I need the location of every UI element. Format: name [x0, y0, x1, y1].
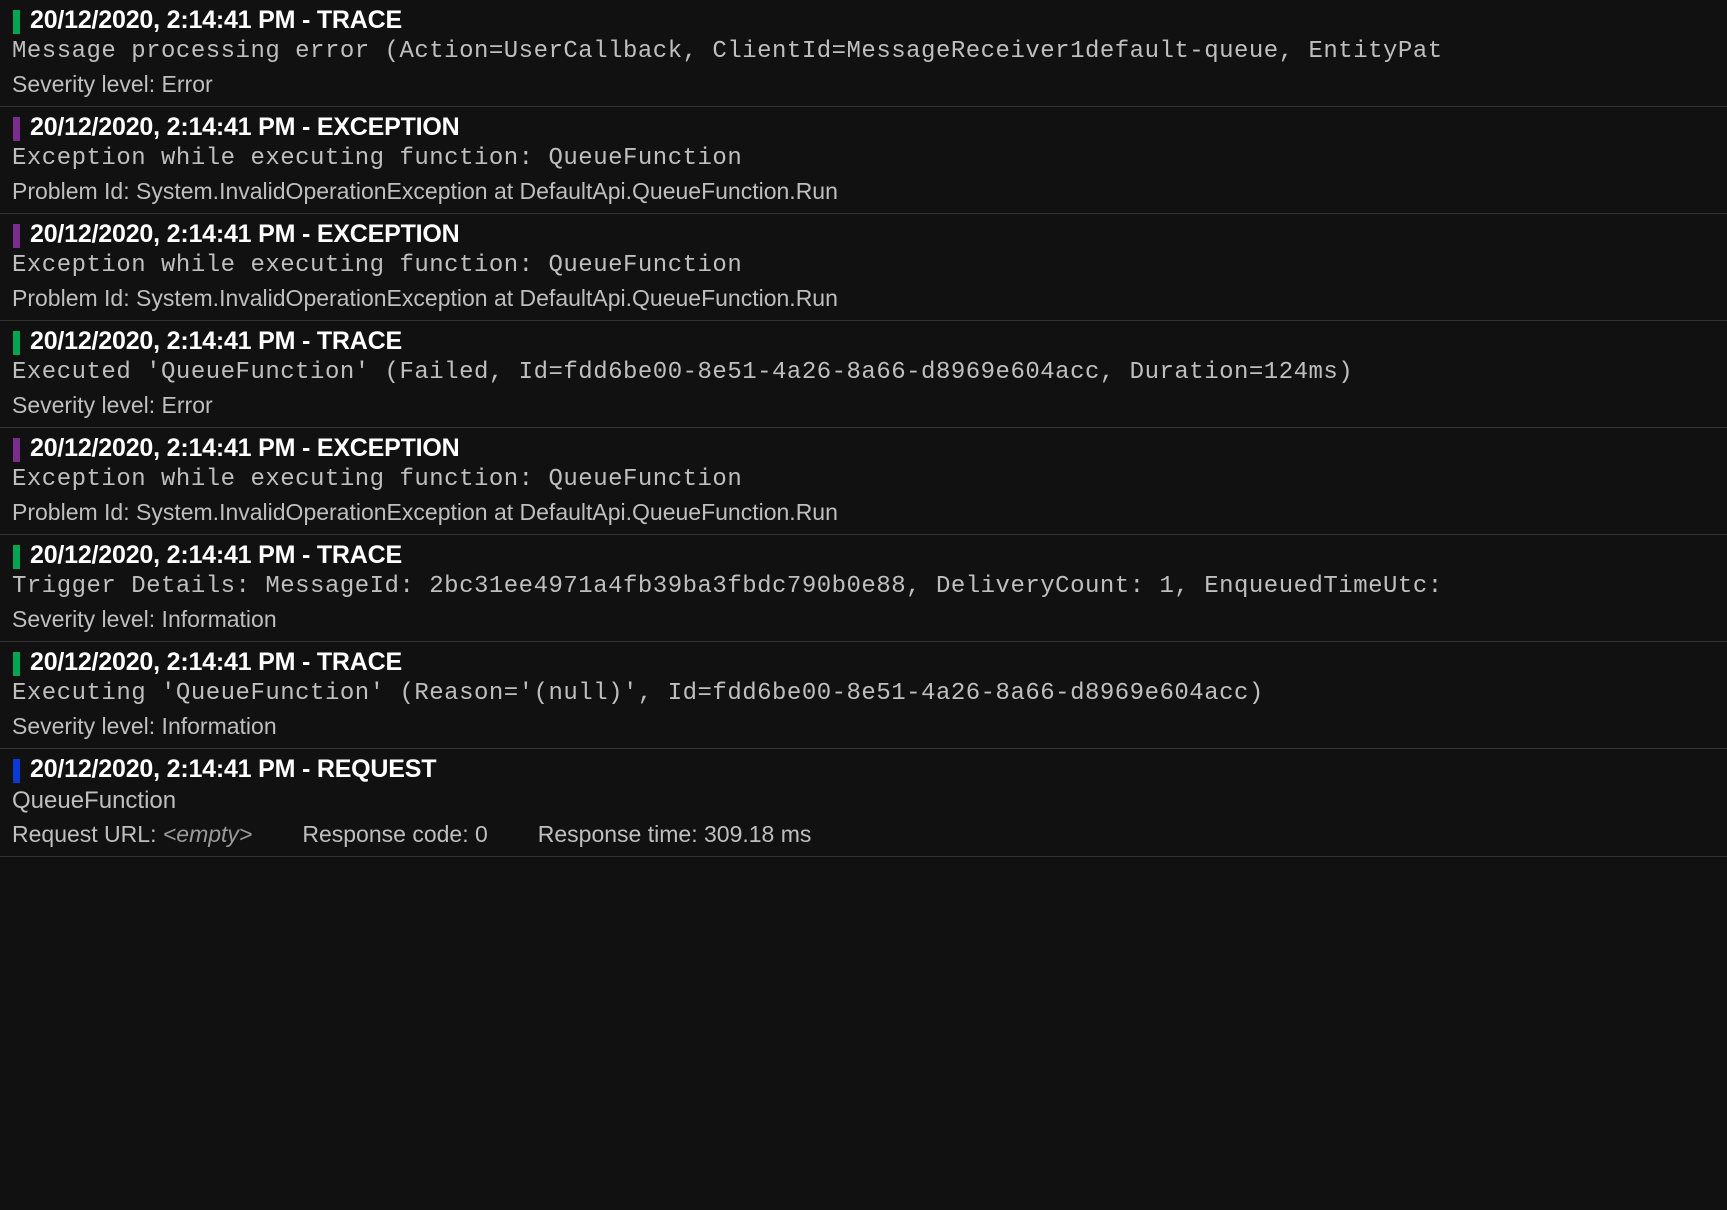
log-meta: Severity level: Error: [0, 71, 1727, 98]
log-operation-name: QueueFunction: [0, 787, 1727, 815]
log-meta: Severity level: Information: [0, 606, 1727, 633]
log-entry[interactable]: 20/12/2020, 2:14:41 PM - TRACE Trigger De…: [0, 535, 1727, 642]
log-list: 20/12/2020, 2:14:41 PM - TRACE Message pr…: [0, 0, 1727, 857]
log-meta: Severity level: Information: [0, 713, 1727, 740]
log-message: Exception while executing function: Queu…: [0, 466, 1727, 493]
log-header: 20/12/2020, 2:14:41 PM - TRACE: [0, 648, 1727, 677]
log-header: 20/12/2020, 2:14:41 PM - TRACE: [0, 541, 1727, 570]
severity-color-bar: [13, 652, 20, 676]
severity-color-bar: [13, 438, 20, 462]
log-meta: Severity level: Error: [0, 392, 1727, 419]
log-message: Executing 'QueueFunction' (Reason='(null…: [0, 680, 1727, 707]
response-time-value: 309.18 ms: [704, 821, 811, 847]
log-meta: Problem Id: System.InvalidOperationExcep…: [0, 178, 1727, 205]
log-entry[interactable]: 20/12/2020, 2:14:41 PM - REQUEST QueueFun…: [0, 749, 1727, 857]
log-entry[interactable]: 20/12/2020, 2:14:41 PM - TRACE Executed '…: [0, 321, 1727, 428]
severity-color-bar: [13, 117, 20, 141]
log-entry[interactable]: 20/12/2020, 2:14:41 PM - EXCEPTION Except…: [0, 107, 1727, 214]
severity-color-bar: [13, 224, 20, 248]
log-entry[interactable]: 20/12/2020, 2:14:41 PM - EXCEPTION Except…: [0, 214, 1727, 321]
log-message: Exception while executing function: Queu…: [0, 145, 1727, 172]
log-message: Trigger Details: MessageId: 2bc31ee4971a…: [0, 573, 1727, 600]
log-header: 20/12/2020, 2:14:41 PM - EXCEPTION: [0, 434, 1727, 463]
response-code-value: 0: [475, 821, 488, 847]
log-header: 20/12/2020, 2:14:41 PM - EXCEPTION: [0, 113, 1727, 142]
log-header: 20/12/2020, 2:14:41 PM - TRACE: [0, 327, 1727, 356]
severity-color-bar: [13, 759, 20, 783]
log-header: 20/12/2020, 2:14:41 PM - TRACE: [0, 6, 1727, 35]
response-code-label: Response code:: [302, 821, 475, 847]
severity-color-bar: [13, 331, 20, 355]
log-entry[interactable]: 20/12/2020, 2:14:41 PM - TRACE Message pr…: [0, 0, 1727, 107]
log-meta: Problem Id: System.InvalidOperationExcep…: [0, 499, 1727, 526]
log-entry[interactable]: 20/12/2020, 2:14:41 PM - EXCEPTION Except…: [0, 428, 1727, 535]
request-url-label: Request URL:: [12, 821, 163, 847]
log-message: Executed 'QueueFunction' (Failed, Id=fdd…: [0, 359, 1727, 386]
log-message: Message processing error (Action=UserCal…: [0, 38, 1727, 65]
severity-color-bar: [13, 545, 20, 569]
request-details-row: Request URL: <empty> Response code: 0 Resp…: [0, 821, 1727, 848]
log-header: 20/12/2020, 2:14:41 PM - EXCEPTION: [0, 220, 1727, 249]
log-entry[interactable]: 20/12/2020, 2:14:41 PM - TRACE Executing …: [0, 642, 1727, 749]
log-header: 20/12/2020, 2:14:41 PM - REQUEST: [0, 755, 1727, 784]
request-url-value: <empty>: [163, 821, 253, 847]
severity-color-bar: [13, 10, 20, 34]
log-meta: Problem Id: System.InvalidOperationExcep…: [0, 285, 1727, 312]
response-time-label: Response time:: [538, 821, 704, 847]
log-message: Exception while executing function: Queu…: [0, 252, 1727, 279]
